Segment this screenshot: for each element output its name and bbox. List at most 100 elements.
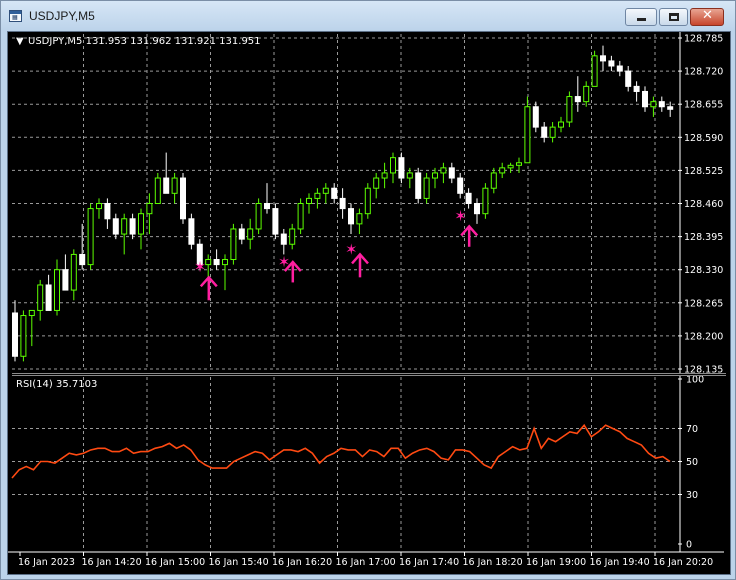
bull-candle-body [37,284,44,311]
bull-candle-body [482,187,489,215]
price-axis-label: 128.655 [684,100,723,111]
bear-candle-body [180,177,186,220]
bull-candle-body [591,55,598,87]
bear-candle-body [667,106,674,110]
bear-candle-body [541,126,548,138]
bull-candle-body [432,172,438,179]
bull-candle-body [524,106,531,164]
price-axis-label: 128.200 [684,331,723,342]
rsi-axis-label: 70 [686,424,698,435]
bull-candle-body [138,213,144,235]
price-axis-label: 128.525 [684,166,723,177]
bear-candle-body [339,197,346,210]
bear-candle-body [642,90,648,108]
bear-candle-body [465,192,472,204]
chart-area[interactable]: ▼ USDJPY,M5 131.953 131.962 131.921 131.… [7,31,731,575]
bear-candle-body [398,157,405,179]
bull-candle-body [247,228,254,240]
bear-candle-body [658,101,665,108]
bear-candle-body [188,218,195,245]
close-icon: ✕ [702,8,713,23]
bull-candle-body [549,126,556,138]
time-axis-label: 16 Jan 18:20 [463,557,523,568]
bull-candle-body [322,187,329,194]
bull-candle-body [558,121,564,128]
bear-candle-body [532,106,539,128]
bull-candle-body [96,203,102,210]
bull-candle-body [440,167,447,174]
rsi-axis-label: 0 [686,540,692,551]
bull-candle-body [516,162,522,166]
bear-candle-body [474,203,480,215]
bull-candle-body [373,177,380,189]
signal-star-icon: ✶ [194,258,207,276]
chart-window-icon: ▦ [9,10,22,22]
bull-candle-body [171,177,178,194]
time-axis-label: 16 Jan 19:00 [526,557,586,568]
bull-candle-body [222,259,228,266]
bull-candle-body [54,269,60,311]
bear-candle-body [79,253,86,266]
time-axis-label: 16 Jan 2023 [18,557,75,568]
bear-candle-body [163,177,170,194]
bull-candle-body [20,315,27,357]
price-axis-label: 128.460 [684,199,723,210]
bull-candle-body [255,203,262,230]
bear-candle-body [264,203,270,210]
bear-candle-body [104,203,111,220]
bear-candle-body [62,269,69,291]
bull-candle-body [499,167,506,174]
time-axis-label: 16 Jan 15:40 [209,557,269,568]
bear-candle-body [45,284,52,311]
bear-candle-body [616,65,623,72]
rsi-axis-label: 100 [686,375,704,386]
bull-candle-body [490,172,497,189]
title-bar[interactable]: ▦ USDJPY,M5 ✕ [1,1,735,31]
bull-candle-body [154,177,161,205]
price-axis-label: 128.330 [684,265,723,276]
close-button[interactable]: ✕ [690,8,724,26]
bull-candle-body [390,157,396,174]
time-axis-label: 16 Jan 20:20 [653,557,713,568]
signal-star-icon: ✶ [454,207,467,225]
price-axis-label: 128.395 [684,232,723,243]
bull-candle-body [87,208,94,266]
bear-candle-body [608,60,615,67]
price-rsi-separator-2 [12,375,726,376]
bear-candle-body [12,312,18,357]
bull-candle-body [356,213,363,225]
bull-candle-body [205,259,212,266]
time-axis-label: 16 Jan 19:40 [590,557,650,568]
signal-star-icon: ✶ [345,240,358,258]
bear-candle-body [415,172,422,199]
bear-candle-body [457,177,464,194]
bear-candle-body [272,208,279,235]
rsi-line [11,423,671,479]
rsi-axis-label: 30 [686,490,698,501]
terminal-window: ▦ USDJPY,M5 ✕ ▼ USDJPY,M5 131.953 131.96… [0,0,736,580]
time-axis-label: 16 Jan 17:40 [399,557,459,568]
bull-candle-body [28,309,35,317]
bear-candle-body [600,55,606,62]
minimize-icon [637,18,646,21]
price-axis-label: 128.590 [684,133,723,144]
bear-candle-body [238,228,245,240]
bull-candle-body [314,192,321,199]
price-axis-label: 128.265 [684,298,723,309]
price-axis-label: 128.720 [684,67,723,78]
rsi-axis-label: 50 [686,457,698,468]
bear-candle-body [280,233,287,245]
maximize-button[interactable] [659,8,688,26]
minimize-button[interactable] [625,8,657,26]
bull-candle-body [146,203,153,215]
bear-candle-body [129,218,136,235]
bull-candle-body [121,218,128,235]
bear-candle-body [348,208,354,225]
price-rsi-separator [12,373,726,374]
price-chart[interactable]: 16 Jan 2023 16 Jan 14:20 16 Jan 15:00 16 Ja… [8,32,724,576]
bull-candle-body [566,96,573,123]
bear-candle-body [633,85,640,92]
bull-candle-body [230,228,237,261]
time-axis-label: 16 Jan 17:00 [336,557,396,568]
maximize-icon [669,13,679,21]
